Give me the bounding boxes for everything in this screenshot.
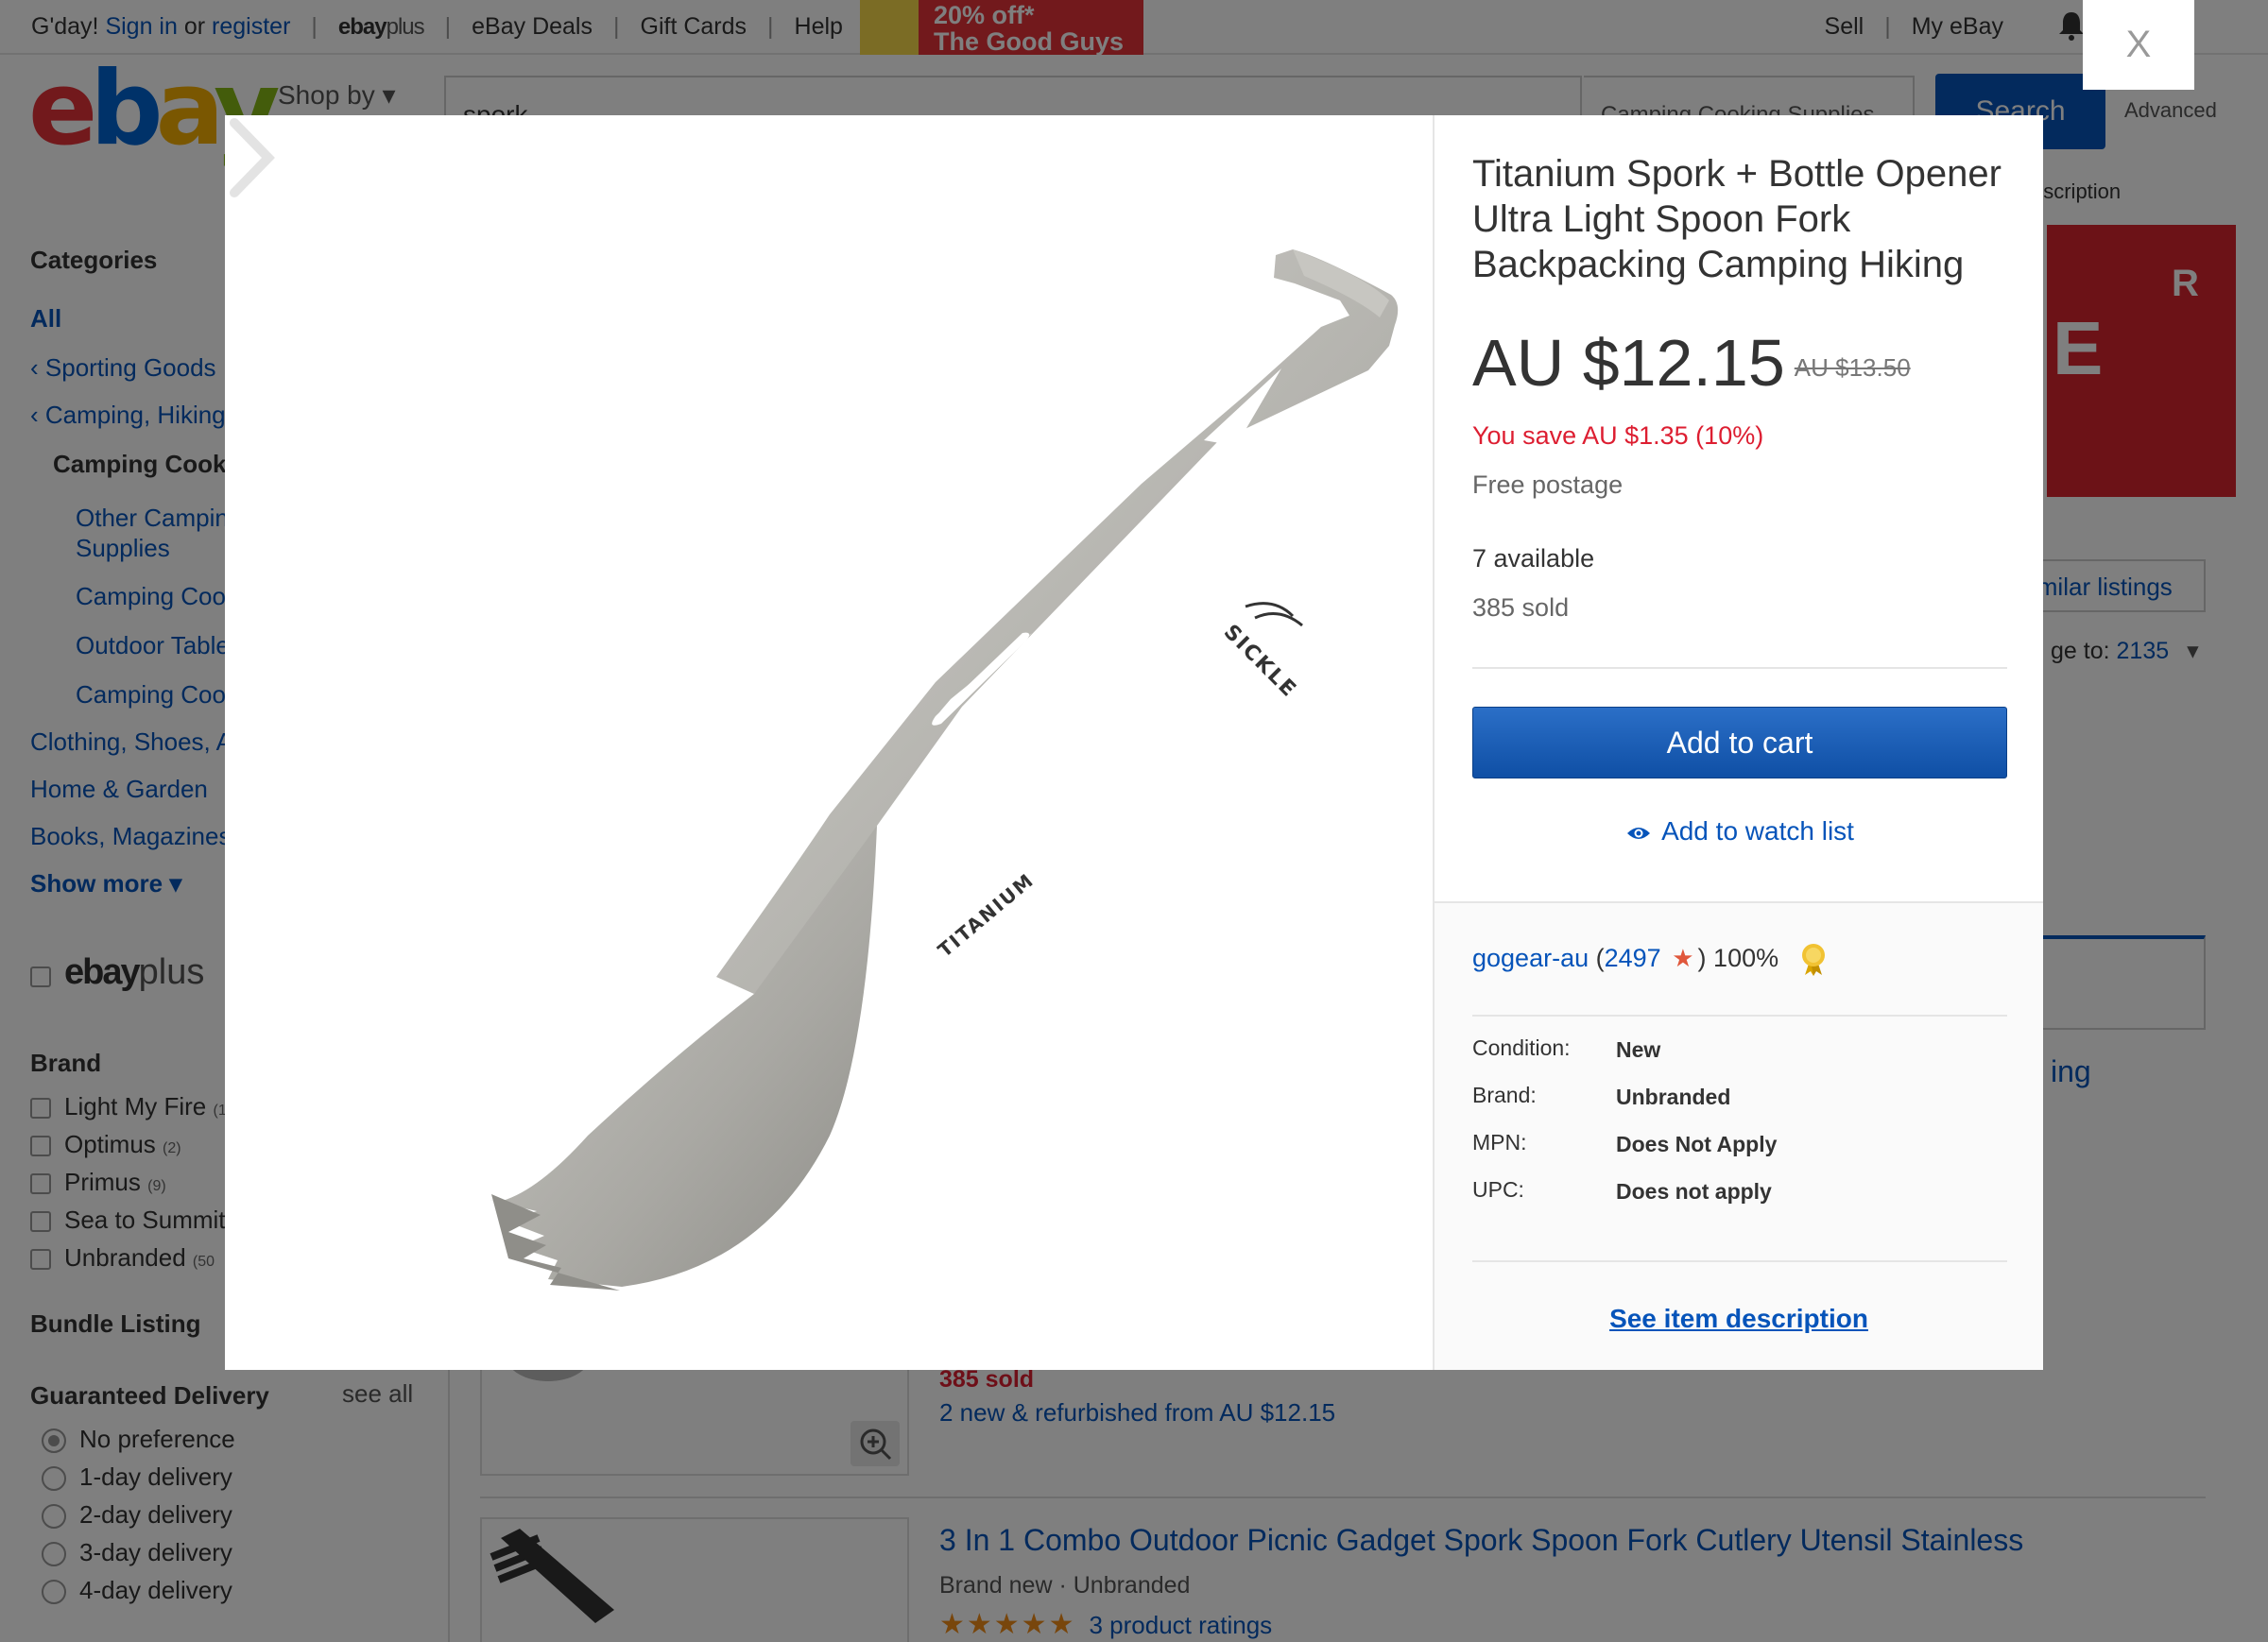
spec-row: Condition: New bbox=[1472, 1035, 2007, 1083]
add-to-watch-list-link[interactable]: Add to watch list bbox=[1435, 816, 2045, 847]
seller-feedback-link[interactable]: 2497 bbox=[1605, 944, 1661, 972]
close-button[interactable]: X bbox=[2083, 0, 2194, 90]
spec-row: UPC: Does not apply bbox=[1472, 1177, 2007, 1224]
product-image: SICKLE TITANIUM bbox=[490, 249, 1399, 1291]
product-image-pane[interactable]: SICKLE TITANIUM bbox=[225, 115, 1433, 1323]
spec-label: UPC: bbox=[1472, 1177, 1524, 1202]
svg-text:TITANIUM: TITANIUM bbox=[934, 868, 1039, 962]
spec-label: Condition: bbox=[1472, 1035, 1571, 1060]
see-item-description-link[interactable]: See item description bbox=[1435, 1304, 2043, 1334]
spec-label: Brand: bbox=[1472, 1083, 1537, 1107]
close-icon: X bbox=[2125, 24, 2152, 65]
product-title[interactable]: Titanium Spork + Bottle Opener Ultra Lig… bbox=[1472, 151, 2020, 287]
spec-value: Does not apply bbox=[1616, 1179, 1772, 1204]
current-price: AU $12.15 bbox=[1472, 326, 1785, 400]
seller-percent: 100% bbox=[1713, 944, 1779, 973]
spec-value: New bbox=[1616, 1037, 1661, 1062]
chevron-right-icon[interactable] bbox=[225, 115, 282, 200]
seller-section: gogear-au (2497 ★) 100% Condition: New B… bbox=[1435, 901, 2043, 1370]
product-info-pane: Titanium Spork + Bottle Opener Ultra Lig… bbox=[1433, 115, 2043, 1370]
sold-count: 385 sold bbox=[1472, 593, 1570, 622]
seller-name-link[interactable]: gogear-au bbox=[1472, 944, 1589, 972]
available-quantity: 7 available bbox=[1472, 544, 1595, 573]
seller-info: gogear-au (2497 ★) 100% bbox=[1472, 943, 1828, 977]
original-price: AU $13.50 bbox=[1794, 353, 1911, 383]
item-specifics: Condition: New Brand: Unbranded MPN: Doe… bbox=[1472, 1035, 2007, 1224]
divider bbox=[1472, 1260, 2007, 1262]
spec-label: MPN: bbox=[1472, 1130, 1527, 1155]
badge-icon bbox=[1801, 944, 1825, 976]
svg-text:SICKLE: SICKLE bbox=[1219, 621, 1301, 703]
postage-text: Free postage bbox=[1472, 470, 1624, 499]
divider bbox=[1472, 1015, 2007, 1017]
eye-icon bbox=[1627, 827, 1651, 839]
spec-row: Brand: Unbranded bbox=[1472, 1083, 2007, 1130]
spec-row: MPN: Does Not Apply bbox=[1472, 1130, 2007, 1177]
product-price: AU $12.15 AU $13.50 bbox=[1472, 325, 1911, 401]
savings-text: You save AU $1.35 (10%) bbox=[1472, 421, 1764, 450]
star-icon: ★ bbox=[1672, 944, 1694, 973]
quick-view-modal: SICKLE TITANIUM Titanium Spork + Bottle … bbox=[225, 115, 2043, 1370]
spec-value: Does Not Apply bbox=[1616, 1132, 1778, 1156]
spec-value: Unbranded bbox=[1616, 1085, 1731, 1109]
divider bbox=[1472, 667, 2007, 669]
add-to-cart-button[interactable]: Add to cart bbox=[1472, 707, 2007, 778]
